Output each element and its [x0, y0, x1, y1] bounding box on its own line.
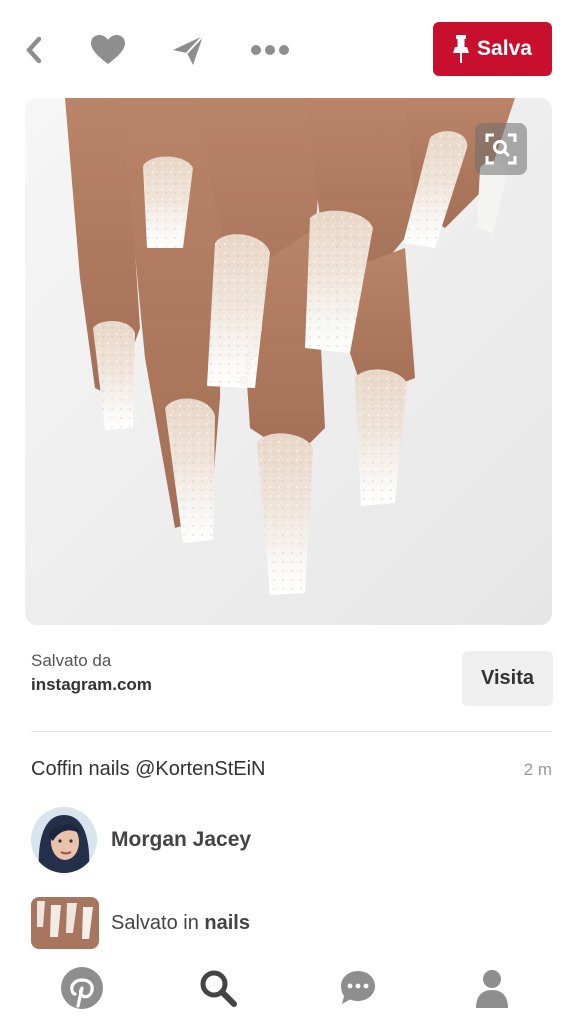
nails-photo: @solinsnaglar	[25, 98, 552, 625]
source-info: Salvato da instagram.com	[31, 650, 152, 698]
search-icon	[200, 970, 237, 1007]
board-thumbnail-image	[31, 897, 99, 949]
author-row[interactable]: Morgan Jacey	[31, 806, 251, 874]
pinterest-logo-icon	[61, 967, 103, 1009]
pin-image[interactable]: @solinsnaglar	[25, 98, 552, 625]
nav-profile[interactable]	[468, 964, 516, 1012]
top-bar: Salva	[0, 0, 576, 98]
board-thumbnail[interactable]	[31, 897, 99, 949]
pushpin-icon	[453, 35, 470, 63]
board-name[interactable]: nails	[204, 912, 250, 934]
source-label: Salvato da	[31, 651, 112, 670]
board-prefix: Salvato in	[111, 911, 199, 934]
profile-icon	[476, 970, 508, 1008]
avatar-image	[31, 807, 97, 873]
divider	[31, 731, 552, 732]
visual-search-button[interactable]	[475, 123, 527, 175]
nav-search[interactable]	[194, 964, 242, 1012]
save-button-label: Salva	[477, 37, 532, 60]
bottom-nav	[0, 952, 576, 1024]
board-label: Salvato in nails	[111, 912, 250, 935]
nav-home[interactable]	[58, 964, 106, 1012]
avatar[interactable]	[31, 807, 97, 873]
board-row[interactable]: Salvato in nails	[31, 897, 250, 949]
pin-timestamp: 2 m	[523, 760, 552, 779]
author-name[interactable]: Morgan Jacey	[111, 828, 251, 852]
heart-icon	[91, 35, 125, 64]
source-domain[interactable]: instagram.com	[31, 672, 152, 698]
chat-bubble-icon	[341, 971, 375, 1004]
ellipsis-icon	[251, 45, 289, 55]
visual-search-icon	[485, 133, 517, 165]
pin-description: Coffin nails @KortenStEiN	[31, 758, 266, 780]
send-button[interactable]	[168, 30, 208, 70]
back-button[interactable]	[14, 30, 54, 70]
chevron-left-icon	[26, 36, 42, 64]
save-button[interactable]: Salva	[433, 22, 552, 76]
more-options-button[interactable]	[250, 30, 290, 70]
visit-button[interactable]: Visita	[462, 651, 553, 706]
paper-plane-icon	[173, 35, 204, 65]
nav-messages[interactable]	[334, 964, 382, 1012]
like-button[interactable]	[88, 30, 128, 70]
